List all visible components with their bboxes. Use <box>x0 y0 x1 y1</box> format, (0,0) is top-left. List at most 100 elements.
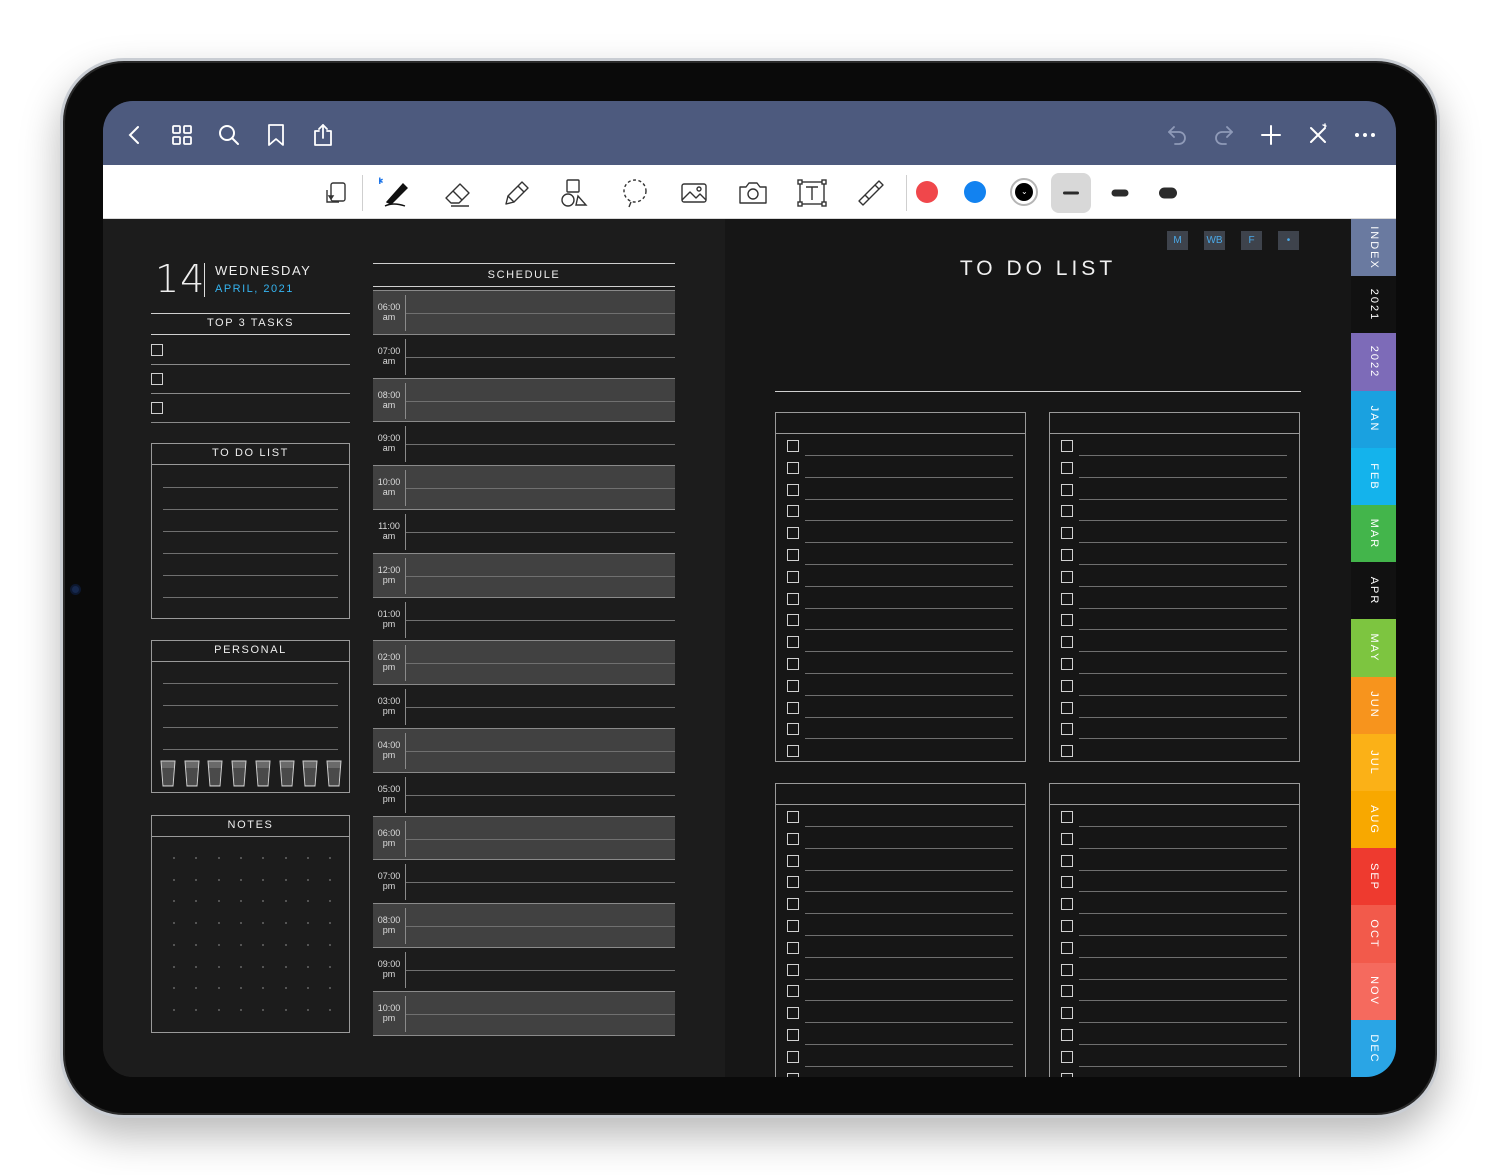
text-icon[interactable] <box>795 176 829 210</box>
todo-item-checkbox[interactable] <box>787 985 799 998</box>
eraser-icon[interactable] <box>441 176 475 210</box>
stroke-width-thick[interactable] <box>1148 173 1188 213</box>
todo-item-checkbox[interactable] <box>787 592 799 605</box>
todo-item-checkbox[interactable] <box>787 527 799 540</box>
todo-item-checkbox[interactable] <box>787 483 799 496</box>
side-tab-jun[interactable]: JUN <box>1351 676 1396 735</box>
pen-icon[interactable]: ✱ <box>379 176 413 210</box>
todo-item-checkbox[interactable] <box>787 811 799 823</box>
quick-link-dot[interactable]: • <box>1278 231 1299 250</box>
todo-item-checkbox[interactable] <box>1061 985 1073 998</box>
schedule-row[interactable]: 07:00 pm <box>373 859 675 903</box>
side-tab-jan[interactable]: JAN <box>1351 390 1396 449</box>
todo-item-checkbox[interactable] <box>1061 745 1073 758</box>
todo-item-checkbox[interactable] <box>787 440 799 452</box>
todo-item-checkbox[interactable] <box>787 658 799 670</box>
side-tab-feb[interactable]: FEB <box>1351 447 1396 506</box>
todo-item-checkbox[interactable] <box>1061 876 1073 889</box>
back-icon[interactable] <box>123 123 147 147</box>
schedule-row[interactable]: 08:00 pm <box>373 903 675 948</box>
todo-item-checkbox[interactable] <box>1061 1029 1073 1041</box>
todo-item-checkbox[interactable] <box>787 570 799 583</box>
todo-item-checkbox[interactable] <box>1061 811 1073 823</box>
water-glass-icon[interactable] <box>184 760 200 787</box>
lasso-icon[interactable] <box>618 176 652 210</box>
schedule-row[interactable]: 03:00 pm <box>373 684 675 728</box>
side-tab-sep[interactable]: SEP <box>1351 848 1396 906</box>
todo-item-checkbox[interactable] <box>1061 461 1073 474</box>
more-icon[interactable] <box>1353 123 1377 147</box>
page-scroll-icon[interactable] <box>320 176 354 210</box>
schedule-row[interactable]: 08:00 am <box>373 377 675 422</box>
water-glass-icon[interactable] <box>231 760 247 787</box>
thumbnails-icon[interactable] <box>170 123 194 147</box>
todo-item-checkbox[interactable] <box>787 876 799 889</box>
side-tab-mar[interactable]: MAR <box>1351 505 1396 563</box>
bookmark-icon[interactable] <box>264 123 288 147</box>
task-checkbox[interactable] <box>151 373 163 385</box>
side-tab-2022[interactable]: 2022 <box>1351 333 1396 392</box>
todo-item-checkbox[interactable] <box>787 1029 799 1041</box>
color-swatch-red[interactable] <box>916 181 938 203</box>
todo-item-checkbox[interactable] <box>1061 440 1073 452</box>
todo-item-checkbox[interactable] <box>787 723 799 736</box>
month-year-link[interactable]: APRIL, 2021 <box>215 283 294 295</box>
camera-icon[interactable] <box>736 176 770 210</box>
schedule-row[interactable]: 04:00 pm <box>373 728 675 772</box>
schedule-row[interactable]: 09:00 am <box>373 421 675 465</box>
water-glass-icon[interactable] <box>207 760 223 787</box>
quick-link-monthly[interactable]: M <box>1167 231 1188 250</box>
todo-item-checkbox[interactable] <box>787 854 799 867</box>
share-icon[interactable] <box>311 123 335 147</box>
undo-icon[interactable] <box>1165 123 1189 147</box>
todo-item-checkbox[interactable] <box>787 832 799 845</box>
todo-item-checkbox[interactable] <box>1061 1007 1073 1020</box>
todo-item-checkbox[interactable] <box>787 549 799 561</box>
water-glass-icon[interactable] <box>278 760 295 787</box>
schedule-row[interactable]: 10:00 am <box>373 465 675 510</box>
todo-item-checkbox[interactable] <box>1061 723 1073 736</box>
todo-item-checkbox[interactable] <box>787 920 799 932</box>
todo-item-checkbox[interactable] <box>1061 658 1073 670</box>
schedule-row[interactable]: 06:00 am <box>373 290 675 334</box>
schedule-row[interactable]: 10:00 pm <box>373 990 675 1035</box>
water-glass-icon[interactable] <box>160 760 176 787</box>
schedule-row[interactable]: 09:00 pm <box>373 947 675 991</box>
todo-item-checkbox[interactable] <box>1061 898 1073 911</box>
todo-item-checkbox[interactable] <box>787 1007 799 1020</box>
todo-item-checkbox[interactable] <box>1061 963 1073 976</box>
todo-item-checkbox[interactable] <box>787 679 799 692</box>
todo-item-checkbox[interactable] <box>1061 701 1073 714</box>
schedule-row[interactable]: 12:00 pm <box>373 552 675 597</box>
schedule-row[interactable]: 06:00 pm <box>373 815 675 860</box>
todo-item-checkbox[interactable] <box>1061 527 1073 540</box>
todo-item-checkbox[interactable] <box>787 461 799 474</box>
todo-item-checkbox[interactable] <box>1061 636 1073 649</box>
todo-item-checkbox[interactable] <box>1061 920 1073 932</box>
schedule-row[interactable]: 05:00 pm <box>373 771 675 816</box>
todo-item-checkbox[interactable] <box>1061 614 1073 627</box>
highlighter-icon[interactable] <box>500 176 534 210</box>
close-icon[interactable] <box>1306 123 1330 147</box>
task-checkbox[interactable] <box>151 344 163 356</box>
todo-item-checkbox[interactable] <box>1061 592 1073 605</box>
quick-link-weekly[interactable]: WB <box>1204 231 1225 250</box>
todo-item-checkbox[interactable] <box>787 745 799 758</box>
side-tab-2021[interactable]: 2021 <box>1351 276 1396 334</box>
todo-item-checkbox[interactable] <box>787 1072 799 1077</box>
redo-icon[interactable] <box>1212 123 1236 147</box>
schedule-row[interactable]: 07:00 am <box>373 333 675 378</box>
todo-item-checkbox[interactable] <box>1061 483 1073 496</box>
todo-item-checkbox[interactable] <box>787 941 799 954</box>
stroke-width-medium[interactable] <box>1100 173 1140 213</box>
water-glass-icon[interactable] <box>302 760 318 787</box>
todo-item-checkbox[interactable] <box>1061 570 1073 583</box>
todo-item-checkbox[interactable] <box>787 614 799 627</box>
side-tab-index[interactable]: INDEX <box>1351 219 1396 277</box>
stroke-width-thin-selected[interactable] <box>1051 173 1091 213</box>
todo-item-checkbox[interactable] <box>1061 1072 1073 1077</box>
water-glass-icon[interactable] <box>326 760 342 787</box>
todo-item-checkbox[interactable] <box>1061 941 1073 954</box>
todo-item-checkbox[interactable] <box>1061 679 1073 692</box>
todo-item-checkbox[interactable] <box>787 505 799 518</box>
